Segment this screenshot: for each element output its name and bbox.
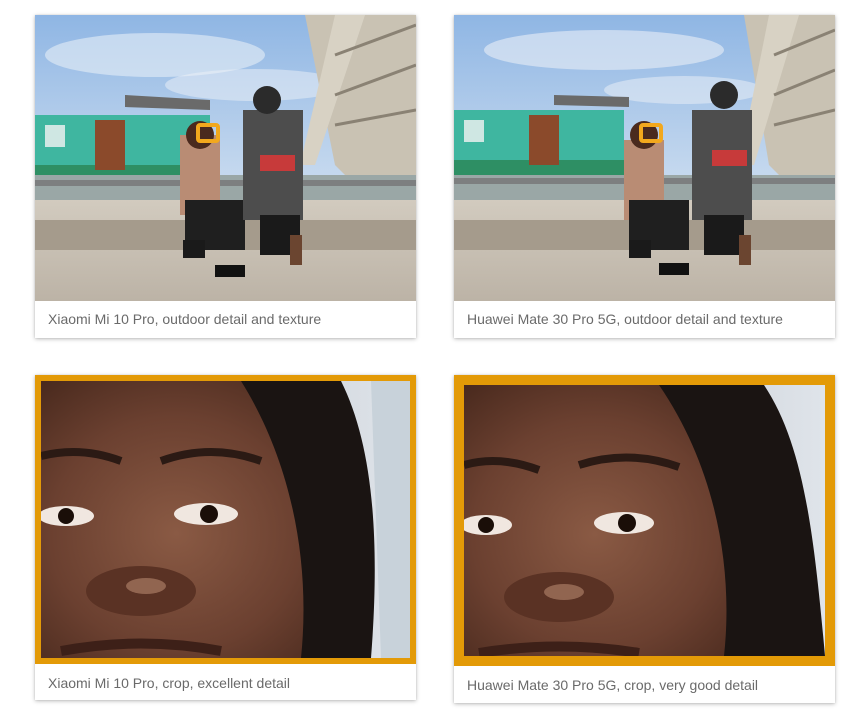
photo-caption: Xiaomi Mi 10 Pro, crop, excellent detail (48, 675, 290, 691)
crop-photo[interactable] (454, 375, 835, 666)
gallery-card-huawei-crop[interactable]: Huawei Mate 30 Pro 5G, crop, very good d… (454, 375, 835, 703)
face-crop-image (41, 381, 410, 658)
outdoor-scene-image (35, 15, 416, 301)
photo-caption: Huawei Mate 30 Pro 5G, crop, very good d… (467, 677, 759, 693)
photo-caption: Xiaomi Mi 10 Pro, outdoor detail and tex… (48, 311, 322, 327)
crop-photo[interactable] (35, 375, 416, 664)
gallery-card-xiaomi-crop[interactable]: Xiaomi Mi 10 Pro, crop, excellent detail (35, 375, 416, 700)
outdoor-photo[interactable] (454, 15, 835, 301)
gallery-card-xiaomi-outdoor[interactable]: Xiaomi Mi 10 Pro, outdoor detail and tex… (35, 15, 416, 338)
outdoor-photo[interactable] (35, 15, 416, 301)
photo-caption: Huawei Mate 30 Pro 5G, outdoor detail an… (467, 311, 783, 327)
face-crop-image (464, 385, 825, 656)
outdoor-scene-image (454, 15, 835, 301)
gallery-card-huawei-outdoor[interactable]: Huawei Mate 30 Pro 5G, outdoor detail an… (454, 15, 835, 338)
